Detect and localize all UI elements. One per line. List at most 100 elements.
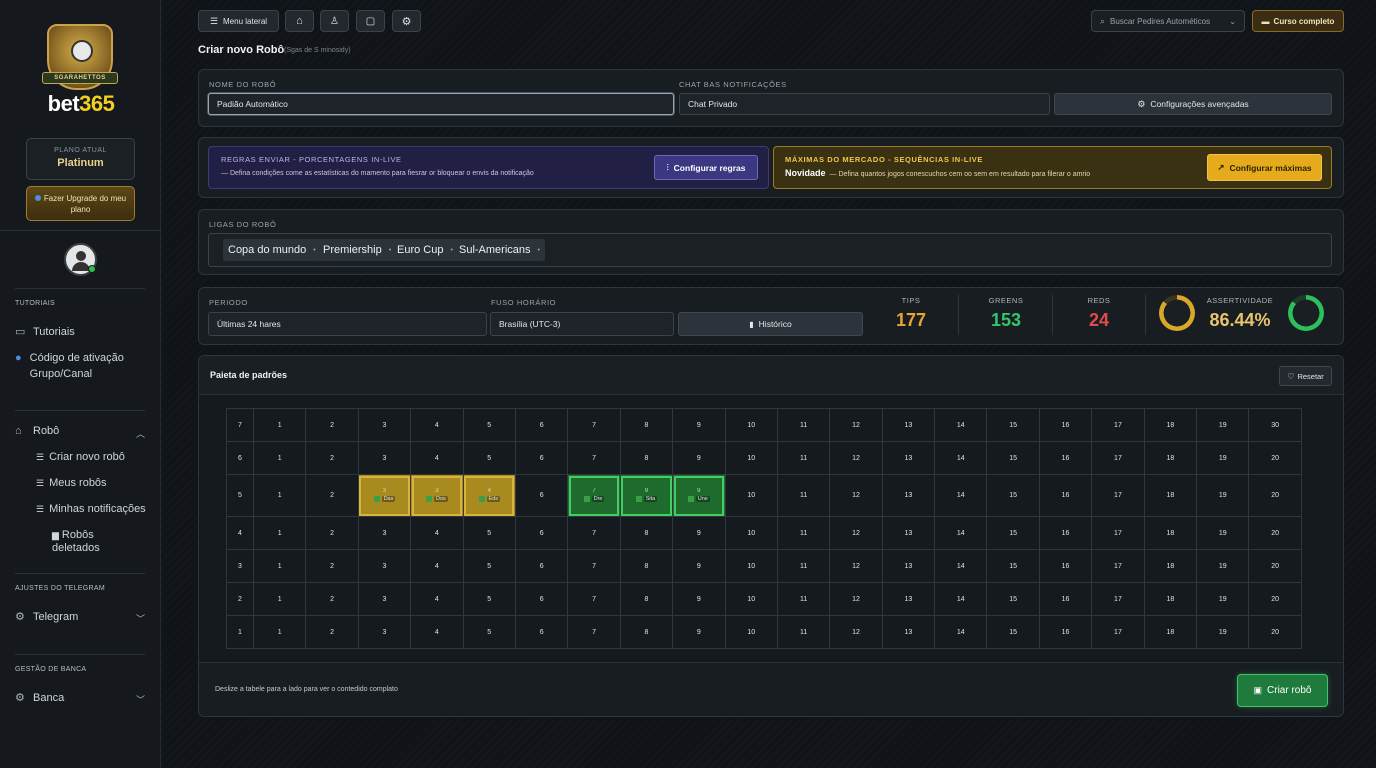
sidebar-subitem-criar[interactable]: ☰ Criar novo robô (36, 451, 125, 464)
sidebar-item-codigo[interactable]: ● Código de ativação Grupo/Canal (15, 350, 145, 382)
sidebar-item-robo[interactable]: ⌂ Robô (15, 423, 59, 439)
grid-cell[interactable]: 15 (986, 516, 1040, 550)
grid-cell[interactable]: 16 (1038, 615, 1093, 649)
grid-cell[interactable]: 14 (934, 408, 988, 442)
grid-cell[interactable]: 16 (1038, 516, 1093, 550)
profile-button[interactable]: ♙ (320, 10, 349, 32)
grid-cell[interactable]: 18 (1143, 516, 1198, 550)
grid-cell[interactable]: 8 (619, 408, 674, 442)
grid-cell[interactable]: 13 (881, 582, 936, 616)
grid-cell[interactable]: 8 (619, 549, 674, 583)
grid-cell[interactable]: 16 (1038, 582, 1093, 616)
avatar[interactable] (64, 243, 97, 276)
grid-cell[interactable]: 10 (724, 408, 778, 442)
settings-button[interactable]: ⚙ (392, 10, 421, 32)
grid-cell[interactable]: 12 (829, 549, 883, 583)
grid-cell[interactable]: 7 (567, 516, 621, 550)
grid-cell[interactable]: 19 (1196, 408, 1250, 442)
grid-cell[interactable]: 8 (619, 582, 674, 616)
grid-cell[interactable]: 11 (776, 516, 831, 550)
grid-cell[interactable]: 6 (514, 408, 569, 442)
grid-cell[interactable]: 3 (357, 549, 412, 583)
fuso-select[interactable]: Brasília (UTC-3) (490, 312, 674, 336)
grid-cell[interactable]: 17 (1091, 582, 1145, 616)
grid-cell[interactable]: 15 (986, 408, 1040, 442)
bet365-logo[interactable]: SGARAHETTOS bet365 (40, 24, 122, 119)
grid-cell[interactable]: 1 (252, 441, 307, 475)
grid-cell[interactable]: 8 (619, 516, 674, 550)
sidebar-item-telegram[interactable]: ⚙ Telegram (15, 609, 78, 625)
grid-cell[interactable]: 17 (1091, 516, 1145, 550)
grid-cell[interactable]: 10 (724, 474, 778, 517)
grid-cell[interactable]: 5 (462, 549, 516, 583)
grid-cell[interactable]: 9 (672, 516, 726, 550)
grid-cell[interactable]: 9 (672, 408, 726, 442)
grid-cell[interactable]: 4 (410, 408, 464, 442)
grid-cell[interactable]: 14 (934, 549, 988, 583)
grid-cell[interactable]: 17 (1091, 441, 1145, 475)
grid-cell[interactable]: 3 (357, 582, 412, 616)
grid-cell-selected[interactable]: 9 Sita (619, 474, 674, 517)
robot-name-field[interactable]: Padião Automático (208, 93, 674, 115)
grid-cell[interactable]: 2 (305, 549, 359, 583)
grid-cell-selected[interactable]: 4 Eds (462, 474, 516, 517)
grid-cell[interactable]: 2 (305, 408, 359, 442)
grid-cell[interactable]: 18 (1143, 474, 1198, 517)
grid-cell[interactable]: 7 (567, 582, 621, 616)
grid-cell[interactable]: 11 (776, 549, 831, 583)
grid-cell[interactable]: 9 (672, 441, 726, 475)
upgrade-plan-button[interactable]: Fazer Upgrade do meu plano (26, 186, 135, 221)
grid-cell[interactable]: 13 (881, 408, 936, 442)
grid-cell[interactable]: 1 (252, 582, 307, 616)
grid-cell[interactable]: 14 (934, 516, 988, 550)
grid-cell[interactable]: 16 (1038, 474, 1093, 517)
sidebar-subitem-notificacoes[interactable]: ☰ Minhas notificações (36, 503, 146, 516)
grid-cell[interactable]: 5 (462, 408, 516, 442)
create-robot-button[interactable]: ▣ Criar robô (1237, 674, 1328, 707)
grid-cell[interactable]: 17 (1091, 549, 1145, 583)
grid-cell[interactable]: 5 (462, 441, 516, 475)
sidebar-item-banca[interactable]: ⚙ Banca (15, 690, 64, 706)
grid-cell[interactable]: 18 (1143, 582, 1198, 616)
grid-cell[interactable]: 18 (1143, 408, 1198, 442)
sidebar-item-tutoriais[interactable]: ▭ Tutoriais (15, 324, 75, 340)
league-chip[interactable]: Euro Cup • (392, 239, 458, 261)
grid-cell-selected[interactable]: 9 Une (672, 474, 726, 517)
leagues-input[interactable]: Copa do mundo • Premiership • Euro Cup • Su… (208, 233, 1332, 267)
grid-cell[interactable]: 3 (357, 516, 412, 550)
remove-chip-icon[interactable]: • (389, 247, 391, 254)
grid-cell[interactable]: 20 (1248, 549, 1302, 583)
grid-cell[interactable]: 11 (776, 474, 831, 517)
grid-cell[interactable]: 1 (252, 516, 307, 550)
grid-cell[interactable]: 2 (305, 474, 359, 517)
configure-maximas-button[interactable]: ↗ Configurar máximas (1207, 154, 1322, 181)
grid-cell[interactable]: 20 (1248, 615, 1302, 649)
chat-button[interactable]: ▢ (356, 10, 385, 32)
grid-cell[interactable]: 19 (1196, 549, 1250, 583)
grid-cell[interactable]: 1 (252, 474, 307, 517)
grid-cell[interactable]: 12 (829, 441, 883, 475)
configure-rules-button[interactable]: ⫶ Configurar regras (654, 155, 758, 180)
chevron-up-icon[interactable]: ︿ (136, 427, 145, 440)
grid-cell[interactable]: 6 (514, 474, 569, 517)
grid-cell[interactable]: 5 (462, 516, 516, 550)
grid-cell[interactable]: 11 (776, 408, 831, 442)
grid-cell[interactable]: 4 (410, 516, 464, 550)
search-input[interactable]: ⌕ Buscar Pedires Autométicos ⌄ (1091, 10, 1245, 32)
grid-cell[interactable]: 19 (1196, 615, 1250, 649)
grid-cell[interactable]: 20 (1248, 474, 1302, 517)
grid-cell[interactable]: 10 (724, 441, 778, 475)
grid-cell[interactable]: 6 (514, 441, 569, 475)
grid-cell[interactable]: 9 (672, 615, 726, 649)
grid-cell[interactable]: 17 (1091, 615, 1145, 649)
grid-cell[interactable]: 17 (1091, 408, 1145, 442)
sidebar-subitem-meus[interactable]: ☰ Meus robôs (36, 477, 107, 490)
grid-cell[interactable]: 16 (1038, 441, 1093, 475)
grid-cell[interactable]: 3 (357, 615, 412, 649)
grid-cell[interactable]: 6 (514, 516, 569, 550)
grid-cell[interactable]: 12 (829, 615, 883, 649)
curso-completo-button[interactable]: ▬ Curso completo (1252, 10, 1344, 32)
grid-cell[interactable]: 7 (567, 549, 621, 583)
grid-cell[interactable]: 9 (672, 549, 726, 583)
grid-cell[interactable]: 2 (305, 615, 359, 649)
